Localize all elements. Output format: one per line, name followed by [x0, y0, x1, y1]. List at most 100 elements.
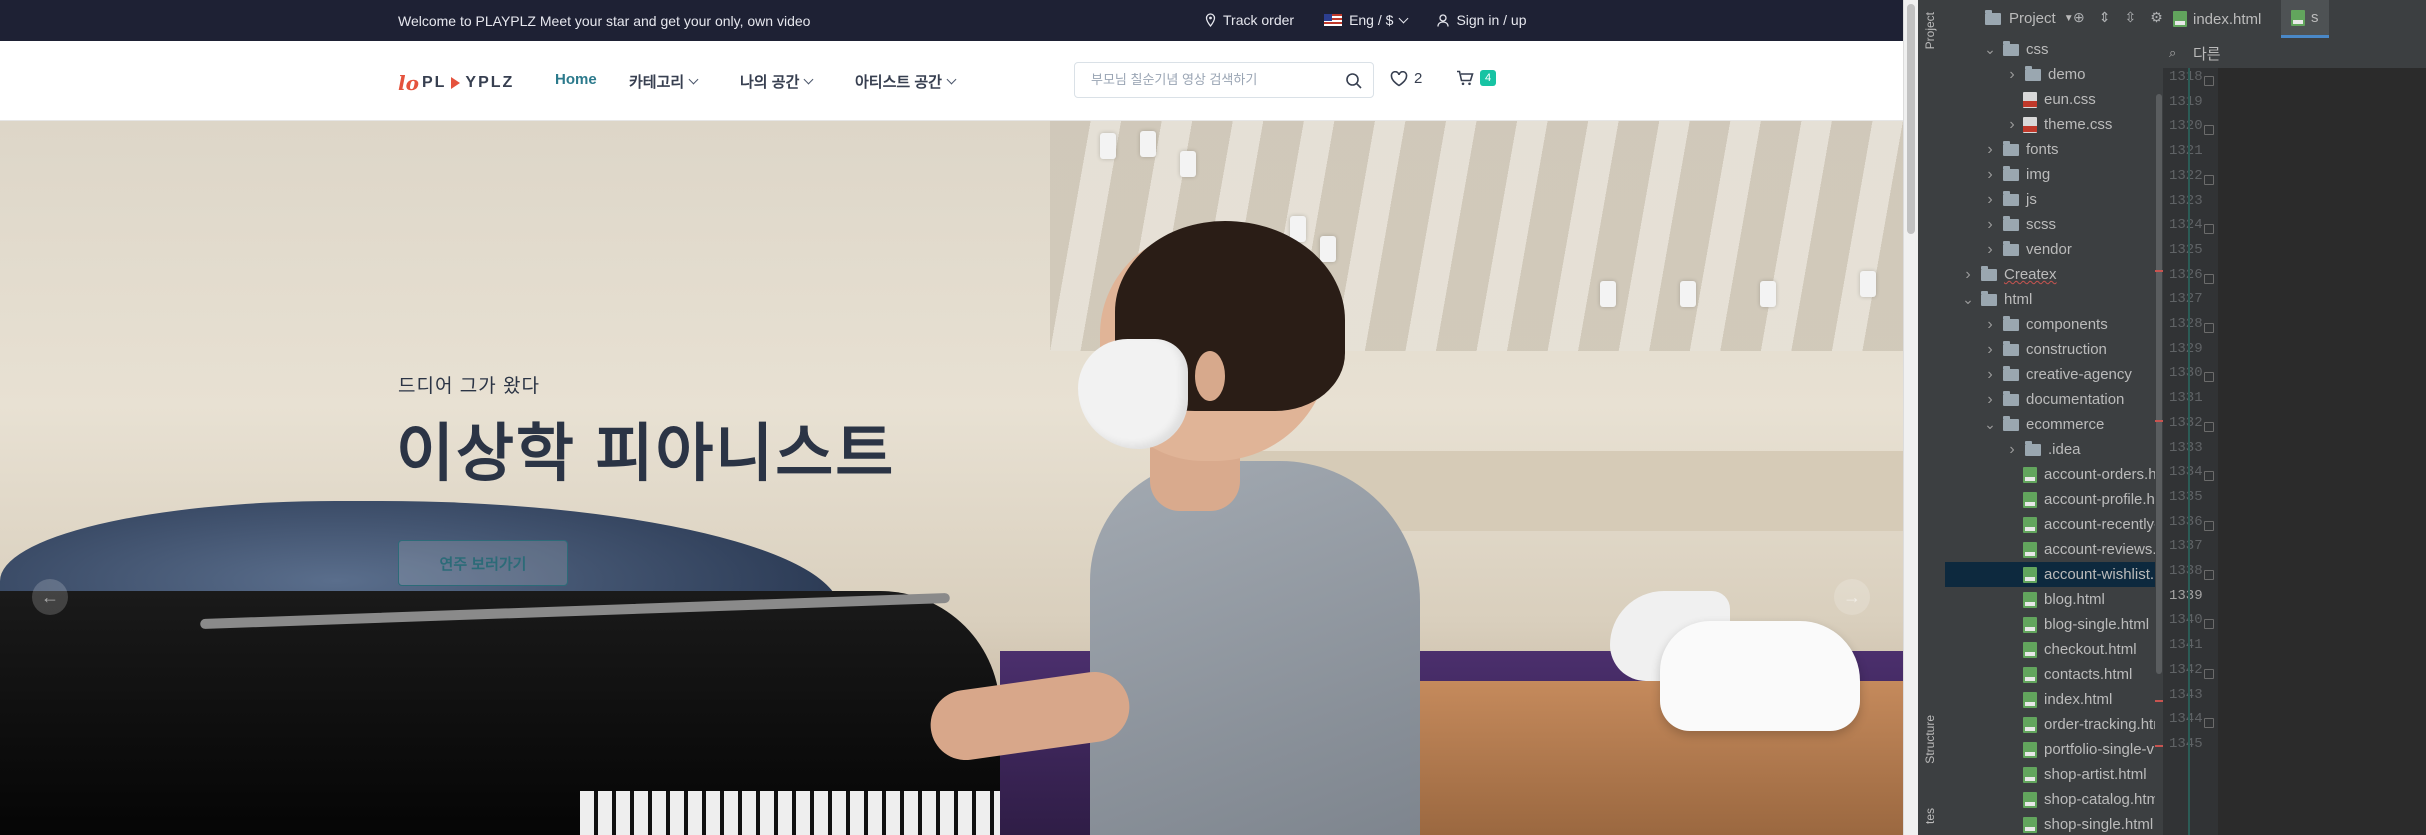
carousel-prev-button[interactable]: ←: [32, 579, 68, 615]
fold-marker-icon[interactable]: [2204, 718, 2214, 729]
nav-my-space[interactable]: 나의 공간: [740, 71, 814, 92]
fold-marker-icon[interactable]: [2204, 570, 2214, 580]
error-stripe-marker[interactable]: [2155, 420, 2163, 422]
tree-folder[interactable]: › Createx: [1945, 262, 2163, 287]
fold-marker-icon[interactable]: [2204, 372, 2214, 383]
structure-tool-tab[interactable]: Structure: [1923, 715, 1937, 764]
project-tree-scrollbar[interactable]: [2155, 38, 2163, 835]
chevron-right-icon[interactable]: ›: [1983, 141, 1997, 159]
tree-file[interactable]: account-recently-viewed.ht: [1945, 512, 2163, 537]
error-stripe-marker[interactable]: [2155, 270, 2163, 272]
chevron-down-icon[interactable]: ⌄: [1961, 291, 1975, 308]
code-editor[interactable]: [2218, 68, 2426, 835]
tree-file[interactable]: account-reviews.html: [1945, 537, 2163, 562]
browser-scrollbar[interactable]: [1903, 0, 1919, 835]
tree-file[interactable]: account-wishlist.html: [1945, 562, 2163, 587]
fold-marker-icon[interactable]: [2204, 174, 2214, 185]
fold-marker-icon[interactable]: [2204, 619, 2214, 630]
carousel-next-button[interactable]: →: [1834, 579, 1870, 615]
nav-home[interactable]: Home: [555, 71, 597, 88]
track-order-link[interactable]: Track order: [1205, 12, 1294, 28]
nav-artist-space[interactable]: 아티스트 공간: [855, 71, 957, 92]
tree-file[interactable]: shop-single.html: [1945, 812, 2163, 835]
tree-file[interactable]: order-tracking.html: [1945, 712, 2163, 737]
locate-icon[interactable]: ⊕: [2073, 9, 2085, 26]
chevron-right-icon[interactable]: ›: [1983, 316, 1997, 334]
fold-marker-icon[interactable]: [2204, 224, 2214, 235]
tree-file[interactable]: account-orders.html: [1945, 462, 2163, 487]
chevron-right-icon[interactable]: ›: [2005, 116, 2019, 134]
fold-marker-icon[interactable]: [2204, 125, 2214, 136]
chevron-right-icon[interactable]: ›: [1983, 241, 1997, 259]
chevron-down-icon[interactable]: ⌄: [1983, 41, 1997, 58]
chevron-right-icon[interactable]: ›: [2005, 66, 2019, 84]
tree-folder[interactable]: › construction: [1945, 337, 2163, 362]
line-number: 1320: [2169, 118, 2203, 135]
tree-folder[interactable]: ⌄ css: [1945, 38, 2163, 62]
find-input[interactable]: [2191, 44, 2395, 63]
language-currency-selector[interactable]: Eng / $: [1324, 12, 1409, 28]
project-tool-tab[interactable]: Project: [1923, 12, 1937, 49]
chevron-right-icon[interactable]: ›: [1983, 166, 1997, 184]
tree-folder[interactable]: › creative-agency: [1945, 362, 2163, 387]
tree-folder[interactable]: › fonts: [1945, 137, 2163, 162]
tree-file[interactable]: portfolio-single-v1.html: [1945, 737, 2163, 762]
tree-file[interactable]: blog.html: [1945, 587, 2163, 612]
chevron-right-icon[interactable]: ›: [1983, 216, 1997, 234]
tree-folder[interactable]: › .idea: [1945, 437, 2163, 462]
html-file-icon: [2023, 566, 2037, 583]
chevron-right-icon[interactable]: ›: [1983, 366, 1997, 384]
sign-in-link[interactable]: Sign in / up: [1437, 12, 1527, 28]
collapse-all-icon[interactable]: ⇳: [2124, 9, 2136, 26]
tree-file[interactable]: eun.css: [1945, 87, 2163, 112]
chevron-down-icon[interactable]: ⌄: [1983, 416, 1997, 433]
fold-marker-icon[interactable]: [2204, 76, 2214, 86]
tree-file[interactable]: blog-single.html: [1945, 612, 2163, 637]
search-input[interactable]: [1089, 71, 1333, 88]
tree-folder[interactable]: › components: [1945, 312, 2163, 337]
expand-all-icon[interactable]: ⇕: [2099, 9, 2111, 26]
tree-item-label: account-reviews.html: [2044, 541, 2163, 558]
fold-marker-icon[interactable]: [2204, 421, 2214, 432]
fold-marker-icon[interactable]: [2204, 323, 2214, 333]
tree-file[interactable]: index.html: [1945, 687, 2163, 712]
fold-marker-icon[interactable]: [2204, 273, 2214, 284]
tree-file[interactable]: checkout.html: [1945, 637, 2163, 662]
tree-folder[interactable]: › img: [1945, 162, 2163, 187]
tab-index-html[interactable]: index.html: [2163, 0, 2271, 38]
watch-performance-button[interactable]: 연주 보러가기: [398, 540, 568, 586]
tree-folder[interactable]: › scss: [1945, 212, 2163, 237]
tree-folder[interactable]: › documentation: [1945, 387, 2163, 412]
nav-category[interactable]: 카테고리: [629, 71, 699, 92]
tree-folder[interactable]: › demo: [1945, 62, 2163, 87]
cart-button[interactable]: 4: [1456, 70, 1497, 86]
search-icon[interactable]: [1345, 72, 1363, 90]
gear-icon[interactable]: ⚙: [2150, 9, 2163, 26]
chevron-right-icon[interactable]: ›: [1983, 191, 1997, 209]
chevron-right-icon[interactable]: ›: [1961, 266, 1975, 284]
tree-file[interactable]: › theme.css: [1945, 112, 2163, 137]
chevron-right-icon[interactable]: ›: [1983, 341, 1997, 359]
favorites-tool-tab[interactable]: tes: [1923, 808, 1937, 824]
tree-folder[interactable]: › vendor: [1945, 237, 2163, 262]
tree-folder[interactable]: ⌄ ecommerce: [1945, 412, 2163, 437]
fold-marker-icon[interactable]: [2204, 668, 2214, 679]
tree-file[interactable]: shop-artist.html: [1945, 762, 2163, 787]
playplz-logo[interactable]: lo PL YPLZ: [398, 71, 514, 95]
chevron-right-icon[interactable]: ›: [2005, 441, 2019, 459]
tree-file[interactable]: shop-catalog.html: [1945, 787, 2163, 812]
wishlist-button[interactable]: 2: [1390, 70, 1422, 87]
fold-marker-icon[interactable]: [2204, 520, 2214, 531]
scrollbar-thumb[interactable]: [2156, 94, 2162, 674]
error-stripe-marker[interactable]: [2155, 745, 2163, 747]
tree-file[interactable]: contacts.html: [1945, 662, 2163, 687]
error-stripe-marker[interactable]: [2155, 700, 2163, 702]
fold-marker-icon[interactable]: [2204, 471, 2214, 482]
tree-folder[interactable]: › js: [1945, 187, 2163, 212]
project-view-selector[interactable]: Project ▼: [1985, 9, 2074, 27]
tab-active-file[interactable]: s: [2281, 0, 2329, 38]
scrollbar-thumb[interactable]: [1907, 4, 1915, 234]
tree-file[interactable]: account-profile.html: [1945, 487, 2163, 512]
chevron-right-icon[interactable]: ›: [1983, 391, 1997, 409]
tree-folder[interactable]: ⌄ html: [1945, 287, 2163, 312]
